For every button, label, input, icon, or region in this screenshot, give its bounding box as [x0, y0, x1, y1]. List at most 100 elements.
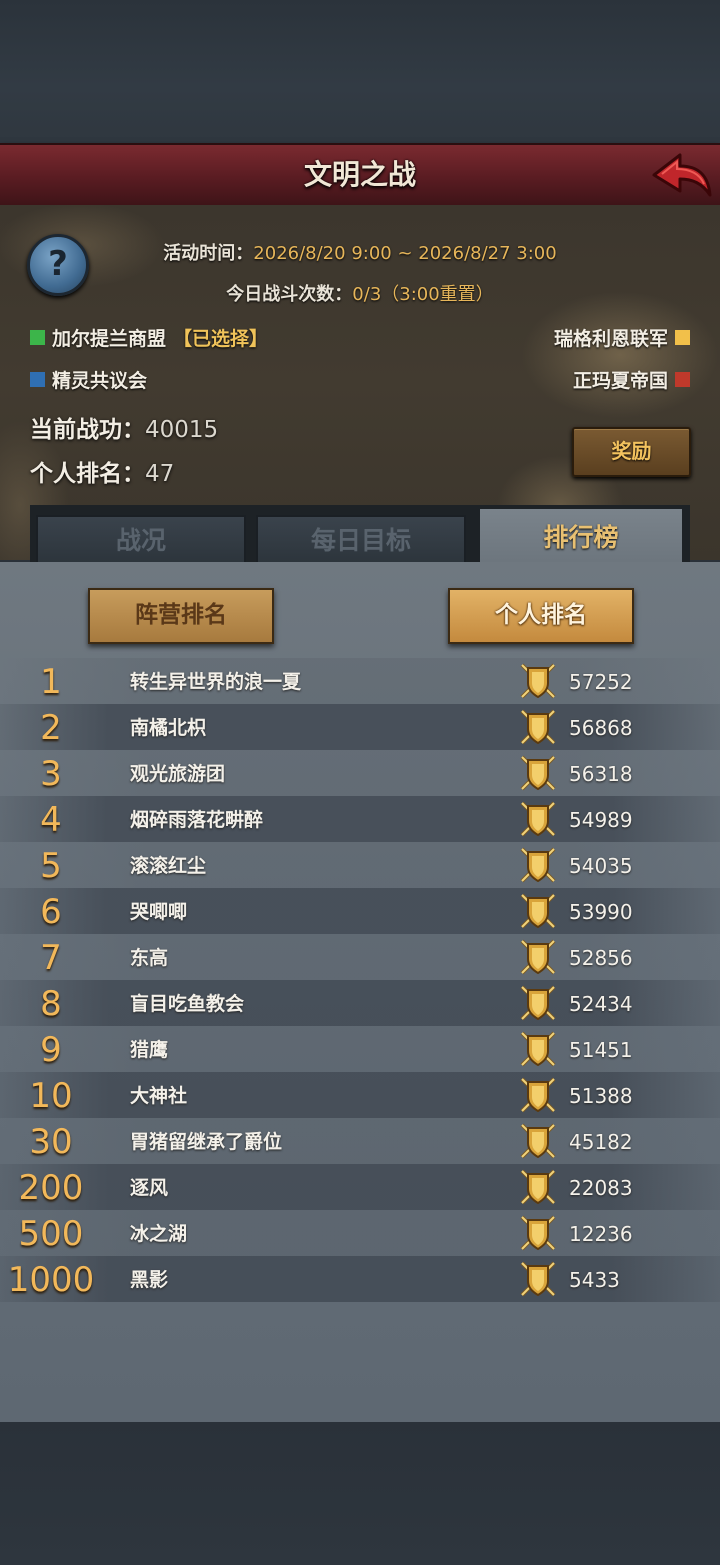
shield-swords-icon [516, 1257, 560, 1301]
shield-swords-icon [516, 1165, 560, 1209]
faction-color-square [675, 330, 690, 345]
player-name: 烟碎雨落花畊醉 [130, 809, 264, 831]
battle-count-line: 今日战斗次数：0/3（3:00重置） [0, 280, 720, 306]
player-name: 滚滚红尘 [130, 855, 207, 877]
faction-color-square [30, 372, 45, 387]
player-name: 冰之湖 [130, 1223, 188, 1245]
ranking-row[interactable]: 2 南橘北枳 56868 [0, 704, 720, 750]
faction-name: 加尔提兰商盟 [52, 328, 167, 350]
rank-number: 30 [29, 1122, 73, 1162]
shield-swords-icon [516, 889, 560, 933]
rank-number: 200 [18, 1168, 84, 1208]
tab-daily-goals[interactable]: 每日目标 [256, 515, 466, 567]
personal-rank-value: 47 [145, 461, 175, 487]
faction-name: 正玛夏帝国 [572, 370, 668, 392]
tab-leaderboard[interactable]: 排行榜 [480, 509, 682, 569]
player-name: 黑影 [130, 1269, 169, 1291]
rank-number: 2 [40, 708, 62, 748]
back-button[interactable] [650, 149, 714, 201]
event-time-line: 活动时间：2026/8/20 9:00 ~ 2026/8/27 3:00 [0, 239, 720, 265]
ranking-list: 1 转生异世界的浪一夏 57252 2 南橘北枳 56868 3 观光旅游团 56318 4 烟碎雨… [0, 658, 720, 1302]
rank-number: 8 [40, 984, 62, 1024]
player-score: 54989 [569, 808, 633, 832]
faction-zhengmaxia-empire: 正玛夏帝国 [573, 366, 690, 393]
reward-button[interactable]: 奖励 [572, 427, 691, 477]
player-score: 51451 [569, 1038, 633, 1062]
current-merit-value: 40015 [145, 417, 219, 443]
player-name: 逐风 [130, 1177, 169, 1199]
player-score: 51388 [569, 1084, 633, 1108]
tab-bar: 战况 每日目标 排行榜 [30, 505, 690, 569]
rank-number: 7 [40, 938, 62, 978]
player-name: 盲目吃鱼教会 [130, 993, 245, 1015]
shield-swords-icon [516, 797, 560, 841]
current-merit-label: 当前战功： [30, 417, 145, 443]
player-name: 胃猪留继承了爵位 [130, 1131, 283, 1153]
shield-swords-icon [516, 1027, 560, 1071]
player-score: 53990 [569, 900, 633, 924]
faction-name: 精灵共议会 [52, 370, 148, 392]
player-name: 哭唧唧 [130, 901, 188, 923]
faction-elven-council: 精灵共议会 [30, 366, 147, 393]
shield-swords-icon [516, 1073, 560, 1117]
shield-swords-icon [516, 981, 560, 1025]
ranking-row[interactable]: 7 东高 52856 [0, 934, 720, 980]
ranking-row[interactable]: 6 哭唧唧 53990 [0, 888, 720, 934]
battle-count-label: 今日战斗次数： [226, 284, 353, 305]
player-score: 22083 [569, 1176, 633, 1200]
rank-number: 6 [40, 892, 62, 932]
title-bar: 文明之战 [0, 143, 720, 208]
ranking-row[interactable]: 4 烟碎雨落花畊醉 54989 [0, 796, 720, 842]
shield-swords-icon [516, 935, 560, 979]
top-background [0, 0, 720, 145]
shield-swords-icon [516, 1211, 560, 1255]
rank-number: 3 [40, 754, 62, 794]
bottom-background [0, 1422, 720, 1565]
faction-color-square [675, 372, 690, 387]
faction-rank-button[interactable]: 阵营排名 [88, 588, 274, 644]
ranking-row[interactable]: 200 逐风 22083 [0, 1164, 720, 1210]
faction-name: 瑞格利恩联军 [553, 328, 668, 350]
player-score: 56318 [569, 762, 633, 786]
tab-battle-status[interactable]: 战况 [36, 515, 246, 567]
shield-swords-icon [516, 843, 560, 887]
ranking-row[interactable]: 5 滚滚红尘 54035 [0, 842, 720, 888]
battle-count-value: 0/3（3:00重置） [352, 284, 494, 305]
event-time-value: 2026/8/20 9:00 ~ 2026/8/27 3:00 [253, 243, 557, 264]
rank-number: 500 [18, 1214, 84, 1254]
ranking-row[interactable]: 8 盲目吃鱼教会 52434 [0, 980, 720, 1026]
personal-rank-label: 个人排名： [30, 461, 145, 487]
ranking-row[interactable]: 1000 黑影 5433 [0, 1256, 720, 1302]
ranking-row[interactable]: 10 大神社 51388 [0, 1072, 720, 1118]
shield-swords-icon [516, 705, 560, 749]
personal-rank-button[interactable]: 个人排名 [448, 588, 634, 644]
player-score: 52856 [569, 946, 633, 970]
player-score: 12236 [569, 1222, 633, 1246]
player-score: 5433 [569, 1268, 620, 1292]
faction-garthiran: 加尔提兰商盟 【已选择】 [30, 324, 268, 351]
ranking-row[interactable]: 500 冰之湖 12236 [0, 1210, 720, 1256]
player-name: 观光旅游团 [130, 763, 226, 785]
event-time-label: 活动时间： [163, 243, 254, 264]
player-name: 南橘北枳 [130, 717, 207, 739]
rank-number: 4 [40, 800, 62, 840]
ranking-row[interactable]: 9 猎鹰 51451 [0, 1026, 720, 1072]
player-score: 52434 [569, 992, 633, 1016]
rank-number: 9 [40, 1030, 62, 1070]
back-arrow-icon [652, 153, 712, 197]
player-score: 57252 [569, 670, 633, 694]
shield-swords-icon [516, 659, 560, 703]
rank-number: 5 [40, 846, 62, 886]
ranking-row[interactable]: 1 转生异世界的浪一夏 57252 [0, 658, 720, 704]
rank-number: 10 [29, 1076, 73, 1116]
player-score: 54035 [569, 854, 633, 878]
player-name: 转生异世界的浪一夏 [130, 671, 302, 693]
page-title: 文明之战 [303, 158, 416, 191]
faction-reglien-army: 瑞格利恩联军 [554, 324, 690, 351]
ranking-row[interactable]: 3 观光旅游团 56318 [0, 750, 720, 796]
faction-color-square [30, 330, 45, 345]
player-name: 猎鹰 [130, 1039, 169, 1061]
personal-rank: 个人排名：47 [30, 454, 174, 488]
ranking-row[interactable]: 30 胃猪留继承了爵位 45182 [0, 1118, 720, 1164]
rank-number: 1 [40, 662, 62, 702]
